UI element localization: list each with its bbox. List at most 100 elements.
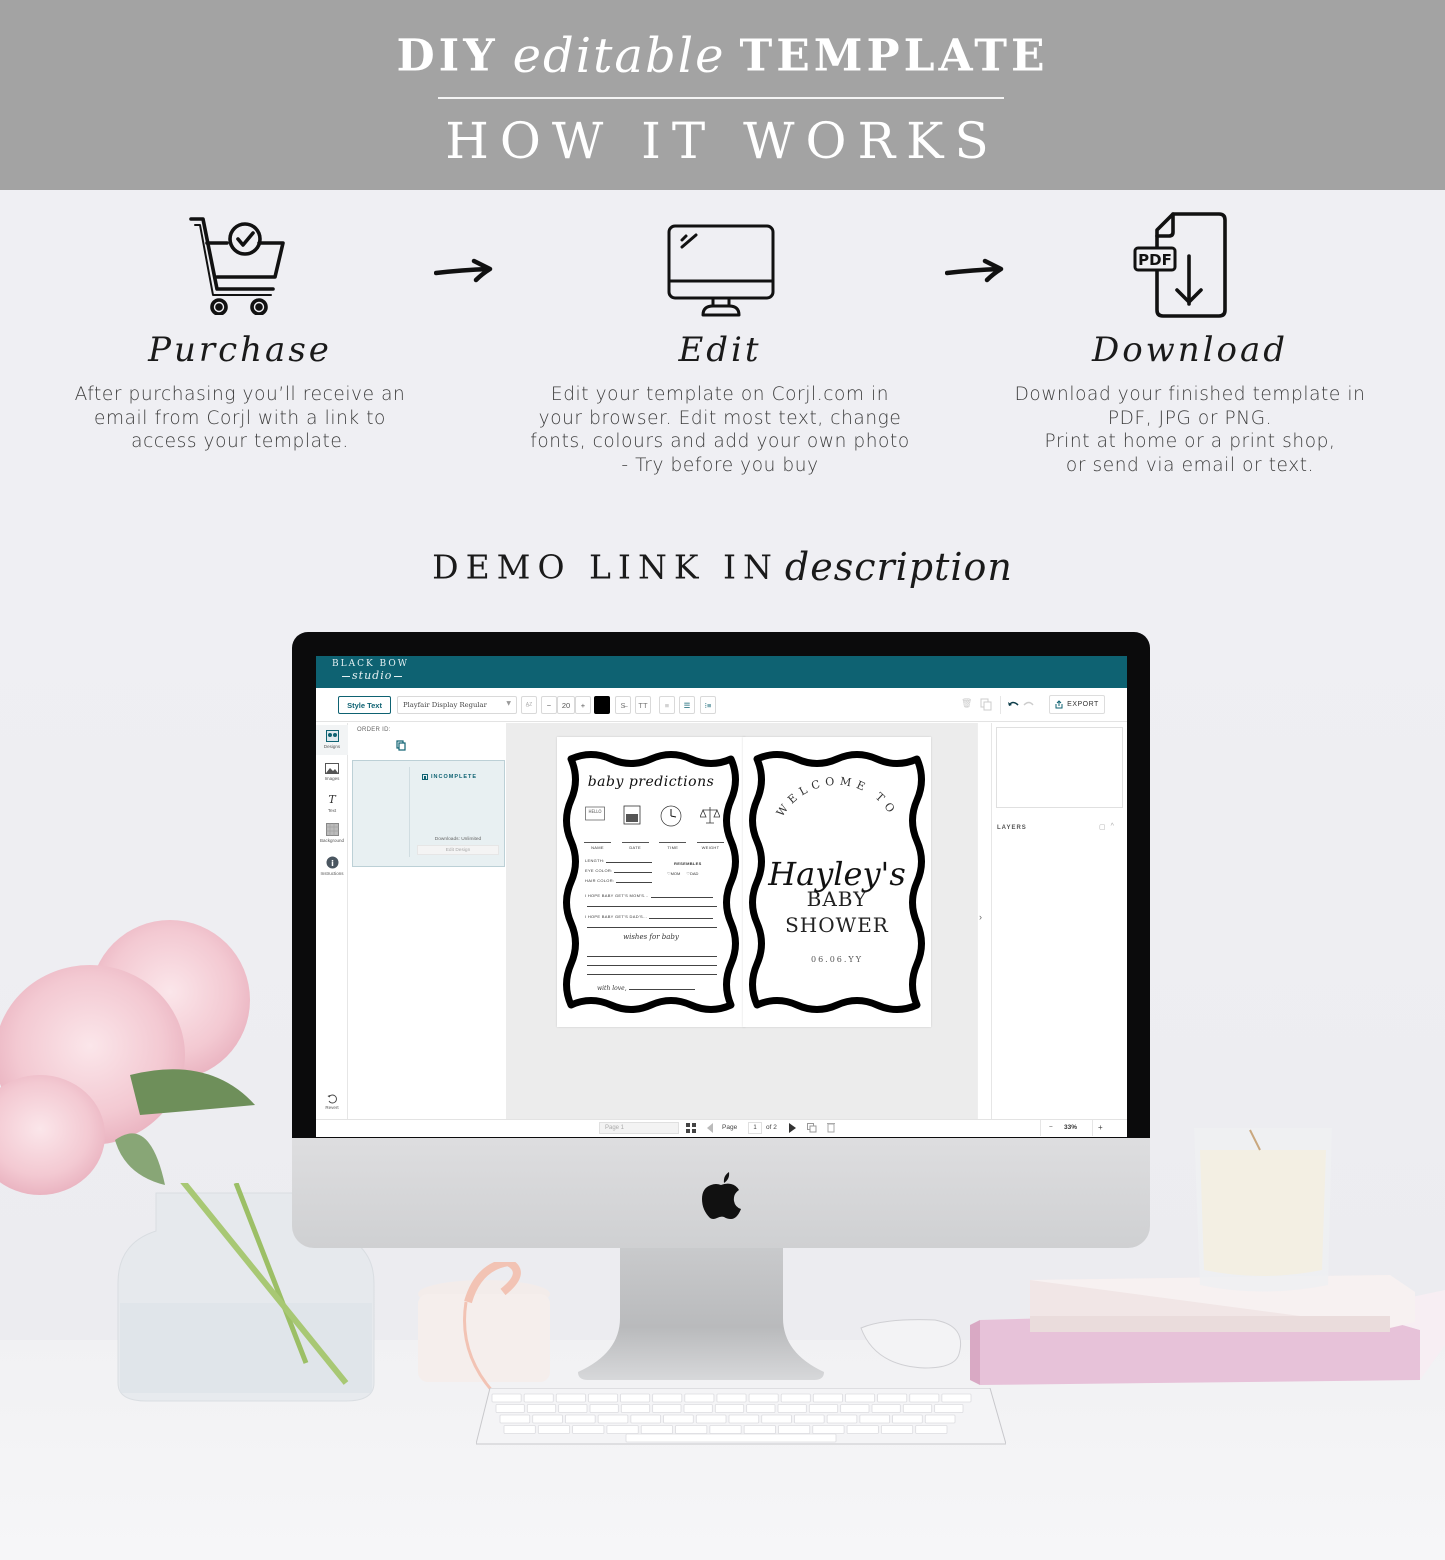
letter-spacing-icon[interactable]: A̲Z xyxy=(521,696,537,714)
page-baby-predictions[interactable]: baby predictions HELLO NAME DATE TIME WE… xyxy=(557,737,745,1027)
keyboard-key xyxy=(709,1425,742,1434)
label-name: NAME xyxy=(584,842,611,850)
spacebar-key xyxy=(625,1433,837,1443)
font-size-increase-button[interactable]: + xyxy=(575,696,591,714)
desc-line: access your template. xyxy=(131,431,349,452)
redo-icon[interactable] xyxy=(1023,700,1035,708)
desc-line: After purchasing you’ll receive an xyxy=(74,384,406,405)
keyboard-key xyxy=(716,1393,747,1403)
rail-label: Background xyxy=(319,838,345,843)
hope-moms: I HOPE BABY GET'S MOM'S... xyxy=(585,893,713,898)
chevron-right-icon[interactable]: › xyxy=(979,912,982,922)
wishes-heading: wishes for baby xyxy=(623,933,679,941)
keyboard-key xyxy=(675,1425,708,1434)
edit-design-button[interactable]: Edit Design xyxy=(417,845,499,855)
keyboard-key xyxy=(695,1414,727,1424)
option-dad: ♡DAD xyxy=(686,871,699,876)
trash-icon[interactable]: 🗑 xyxy=(961,698,972,709)
desc-line: email from Corjl with a link to xyxy=(94,407,386,429)
zoom-in-button[interactable]: + xyxy=(1098,1122,1103,1134)
keyboard-key xyxy=(871,1404,901,1413)
desc-line: your browser. Edit most text, change xyxy=(538,407,902,429)
keyboard-key xyxy=(537,1425,571,1434)
rail-item-images[interactable]: Images xyxy=(316,763,348,781)
design-card[interactable]: INCOMPLETE Downloads: Unlimited Edit Des… xyxy=(352,760,505,867)
keyboard-key xyxy=(555,1393,586,1403)
delete-page-icon[interactable] xyxy=(827,1122,835,1133)
align-center-icon[interactable]: ≡ xyxy=(659,696,675,714)
design-canvas[interactable]: baby predictions HELLO NAME DATE TIME WE… xyxy=(506,723,977,1119)
header-banner: DIY editable TEMPLATE HOW IT WORKS xyxy=(0,0,1445,190)
step-title: Download xyxy=(1091,330,1289,370)
write-line xyxy=(587,974,717,975)
keyboard-key xyxy=(630,1414,661,1424)
demo-link-callout: DEMO LINK IN description xyxy=(0,545,1445,589)
write-line xyxy=(587,956,717,957)
duplicate-page-icon[interactable] xyxy=(807,1123,817,1133)
shopping-cart-check-icon xyxy=(189,217,285,315)
font-family-select[interactable]: Playfair Display Regular ▼ xyxy=(397,696,517,714)
option-mom: ♡MOM xyxy=(667,871,681,876)
revert-button[interactable]: Revert xyxy=(320,1094,344,1110)
previous-page-icon[interactable] xyxy=(707,1123,714,1133)
bottom-divider xyxy=(1092,1120,1093,1136)
rail-item-background[interactable]: Background xyxy=(316,823,348,843)
order-id-label: ORDER ID: xyxy=(357,727,391,733)
marble-jar-with-ribbon xyxy=(418,1262,550,1392)
copy-icon[interactable] xyxy=(396,740,406,751)
text-color-swatch[interactable] xyxy=(594,696,610,714)
designs-panel: ORDER ID: INCOMPLETE Downloads: Unlimite… xyxy=(349,723,506,1119)
line-spacing-icon[interactable]: ☰ xyxy=(679,696,695,714)
svg-text:PDF: PDF xyxy=(1138,251,1172,269)
font-size-decrease-button[interactable]: − xyxy=(541,696,557,714)
downloads-count: Downloads: Unlimited xyxy=(434,837,482,842)
keyboard-key xyxy=(558,1404,588,1413)
rail-item-text[interactable]: T Text xyxy=(316,793,348,813)
export-button[interactable]: EXPORT xyxy=(1049,695,1105,714)
write-line xyxy=(587,906,717,907)
list-spacing-icon[interactable]: ⁝≡ xyxy=(700,696,716,714)
keyboard-key xyxy=(778,1425,811,1434)
share-upload-icon xyxy=(1055,700,1063,709)
style-text-button[interactable]: Style Text xyxy=(338,696,391,714)
keyboard-key xyxy=(589,1404,619,1413)
duplicate-icon[interactable] xyxy=(980,698,992,711)
next-page-icon[interactable] xyxy=(789,1123,796,1133)
demo-caps: DEMO LINK IN xyxy=(432,547,779,587)
keyboard-key xyxy=(683,1404,713,1413)
desc-line: fonts, colours and add your own photo xyxy=(530,431,910,452)
grid-view-icon[interactable] xyxy=(686,1123,696,1133)
demo-script: description xyxy=(784,545,1013,589)
keyboard-key xyxy=(748,1393,779,1403)
font-family-value: Playfair Display Regular xyxy=(403,701,487,709)
keyboard-key xyxy=(877,1393,908,1403)
revert-label: Revert xyxy=(325,1105,339,1110)
rail-item-designs[interactable]: Designs xyxy=(316,725,348,755)
page-select[interactable]: Page 1 xyxy=(599,1122,679,1134)
page-count: of 2 xyxy=(766,1124,777,1131)
font-size-input[interactable]: 20 xyxy=(557,696,575,714)
keyboard-key xyxy=(808,1404,839,1413)
designs-icon xyxy=(325,730,339,742)
pdf-download-icon: PDF xyxy=(1133,212,1227,318)
header-title: DIY editable TEMPLATE xyxy=(0,28,1445,84)
field-hair-color: HAIR COLOR: xyxy=(585,878,653,883)
text-toolbar: Style Text Playfair Display Regular ▼ A̲… xyxy=(316,688,1127,722)
pink-hydrangea-flowers xyxy=(0,920,255,1195)
keyboard-key xyxy=(532,1414,563,1424)
resembles-options: ♡MOM ♡DAD xyxy=(667,871,698,876)
chevron-up-icon[interactable]: ^ xyxy=(1111,823,1114,831)
add-layer-icon[interactable]: ▢ xyxy=(1099,823,1106,831)
page-label: Page xyxy=(722,1124,738,1131)
undo-icon[interactable] xyxy=(1007,700,1019,708)
rail-item-instructions[interactable]: i Instructions xyxy=(316,856,348,876)
desc-line: Edit your template on Corjl.com in xyxy=(550,384,890,405)
strikethrough-icon[interactable]: S̶ xyxy=(615,696,631,714)
desktop-monitor-icon xyxy=(667,224,775,317)
page-welcome-sign[interactable]: WELCOME TO Hayley's BABY SHOWER 06.06.YY xyxy=(743,737,931,1027)
keyboard-key xyxy=(846,1425,879,1434)
desc-line: Download your finished template in xyxy=(1014,384,1366,405)
current-page-input[interactable]: 1 xyxy=(748,1122,762,1134)
zoom-out-button[interactable]: − xyxy=(1049,1122,1053,1134)
uppercase-button[interactable]: TT xyxy=(635,696,651,714)
